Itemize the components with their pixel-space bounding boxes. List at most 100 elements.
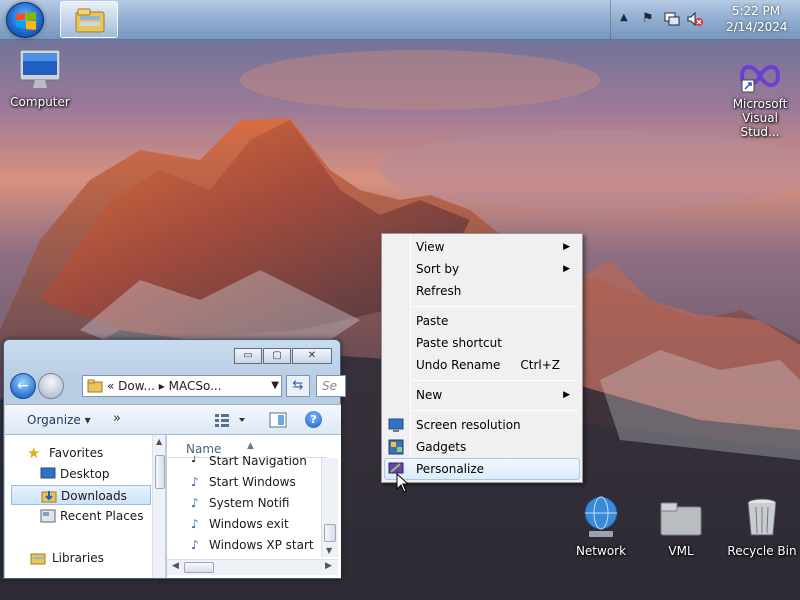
file-name: System Notifi [209, 496, 290, 510]
more-commands-button[interactable]: » [113, 411, 121, 426]
file-row[interactable]: ♪ Windows exit [189, 514, 325, 534]
nav-pane-scrollbar[interactable]: ▲ [152, 435, 165, 578]
forward-button[interactable] [38, 373, 64, 399]
navigation-pane: ★ Favorites Desktop Downloads Recent Pla… [5, 435, 166, 578]
menu-item-paste[interactable]: Paste [384, 310, 580, 332]
file-row[interactable]: ♪ Start Navigation [189, 456, 325, 470]
desktop-context-menu: View ▶ Sort by ▶ Refresh Paste Paste sho… [381, 233, 583, 483]
clock-time: 5:22 PM [731, 4, 781, 18]
screen-resolution-icon [388, 418, 404, 432]
desktop-icon [40, 467, 56, 479]
menu-item-screen-resolution[interactable]: Screen resolution [384, 414, 580, 436]
scroll-right-arrow-icon[interactable]: ▶ [325, 561, 332, 571]
column-header-label: Name [186, 442, 222, 456]
refresh-icon: ⇆ [292, 378, 304, 393]
audio-file-icon: ♪ [191, 517, 199, 531]
search-input[interactable]: Se [316, 375, 346, 397]
audio-file-icon: ♪ [191, 475, 199, 489]
taskbar: ▲ ⚑ 5:22 PM 2/14/2024 [0, 0, 800, 40]
nav-favorites[interactable]: ★ Favorites [5, 443, 151, 463]
desktop-icon-label: Computer [10, 95, 70, 109]
desktop-icon-visual-studio[interactable]: Microsoft Visual Stud... [722, 58, 798, 139]
explorer-window: ▭ ▢ ✕ ← « Dow... ▸ MACSo... ▼ ⇆ Se Organ… [3, 339, 346, 579]
minimize-button[interactable]: ▭ [234, 348, 262, 364]
network-icon[interactable] [664, 11, 680, 27]
desktop-icon-recycle-bin[interactable]: Recycle Bin [726, 495, 798, 558]
action-center-flag-icon[interactable]: ⚑ [642, 11, 654, 26]
file-row[interactable]: ♪ Windows XP start [189, 535, 325, 555]
taskbar-explorer-button[interactable] [60, 1, 118, 38]
address-prefix[interactable]: « [107, 379, 114, 393]
file-list-horizontal-scrollbar[interactable]: ◀ ▶ [167, 559, 338, 575]
address-dropdown-icon[interactable]: ▼ [271, 376, 279, 396]
show-hidden-icons-arrow-icon[interactable]: ▲ [620, 12, 628, 23]
file-name: Windows XP start [209, 538, 314, 552]
preview-pane-icon[interactable] [269, 412, 287, 428]
menu-item-paste-shortcut[interactable]: Paste shortcut [384, 332, 580, 354]
nav-libraries[interactable]: Libraries [5, 548, 151, 568]
file-row[interactable]: ♪ System Notifi [189, 493, 325, 513]
nav-label: Desktop [60, 467, 110, 481]
menu-shortcut: Ctrl+Z [520, 358, 560, 372]
menu-item-sort-by[interactable]: Sort by ▶ [384, 258, 580, 280]
menu-separator [412, 380, 578, 381]
refresh-button[interactable]: ⇆ [286, 375, 310, 397]
address-separator[interactable]: ▸ [159, 379, 165, 393]
address-segment-downloads[interactable]: Dow... [118, 379, 155, 393]
scrollbar-thumb[interactable] [155, 455, 165, 489]
menu-label: Undo Rename [416, 358, 501, 372]
star-icon: ★ [27, 444, 41, 462]
desktop-icon-label: VML [668, 544, 694, 558]
desktop-icon-label: Recycle Bin [727, 544, 797, 558]
address-bar[interactable]: « Dow... ▸ MACSo... ▼ [82, 375, 282, 397]
desktop-icon-network[interactable]: Network [572, 495, 630, 558]
file-row[interactable]: ♪ Start Windows [189, 472, 325, 492]
file-list-vertical-scrollbar[interactable]: ▼ [321, 458, 338, 557]
libraries-icon [30, 553, 46, 565]
nav-desktop[interactable]: Desktop [5, 464, 151, 484]
network-globe-icon [584, 496, 618, 537]
audio-file-icon: ♪ [191, 456, 199, 465]
desktop-icon-vml-folder[interactable]: VML [652, 495, 710, 558]
close-button[interactable]: ✕ [292, 348, 332, 364]
menu-item-view[interactable]: View ▶ [384, 236, 580, 258]
volume-muted-icon[interactable] [686, 11, 704, 27]
nav-label: Libraries [52, 551, 104, 565]
audio-file-icon: ♪ [191, 496, 199, 510]
mouse-cursor-icon [396, 473, 410, 493]
menu-item-personalize[interactable]: Personalize [384, 458, 580, 480]
scrollbar-thumb[interactable] [184, 562, 214, 573]
maximize-button[interactable]: ▢ [263, 348, 291, 364]
desktop-icon-computer[interactable]: Computer [8, 48, 72, 109]
back-button[interactable]: ← [10, 373, 36, 399]
system-tray: ▲ ⚑ 5:22 PM 2/14/2024 [610, 0, 800, 40]
nav-label: Recent Places [60, 509, 144, 523]
help-icon[interactable]: ? [305, 411, 322, 428]
audio-file-icon: ♪ [191, 538, 199, 552]
start-button[interactable] [6, 2, 44, 38]
change-view-icon[interactable] [213, 412, 247, 428]
menu-separator [412, 306, 578, 307]
system-clock[interactable]: 5:22 PM 2/14/2024 [726, 3, 788, 35]
folder-library-icon [75, 8, 105, 33]
scrollbar-thumb[interactable] [324, 524, 336, 542]
submenu-arrow-icon: ▶ [563, 264, 570, 274]
menu-item-gadgets[interactable]: Gadgets [384, 436, 580, 458]
windows-logo-icon [16, 12, 36, 30]
menu-item-refresh[interactable]: Refresh [384, 280, 580, 302]
scroll-left-arrow-icon[interactable]: ◀ [172, 561, 179, 571]
nav-recent-places[interactable]: Recent Places [5, 506, 151, 526]
address-segment-macsounds[interactable]: MACSo... [169, 379, 222, 393]
file-name: Start Windows [209, 475, 296, 489]
scroll-down-arrow-icon[interactable]: ▼ [326, 546, 332, 555]
organize-menu[interactable]: Organize ▾ [27, 413, 91, 427]
submenu-arrow-icon: ▶ [563, 390, 570, 400]
file-name: Start Navigation [209, 456, 307, 468]
menu-item-undo-rename[interactable]: Undo Rename Ctrl+Z [384, 354, 580, 376]
column-header-name[interactable]: ▲ Name [167, 435, 327, 458]
menu-label: New [416, 388, 443, 402]
nav-downloads[interactable]: Downloads [11, 485, 151, 505]
scroll-up-arrow-icon[interactable]: ▲ [156, 437, 162, 446]
menu-item-new[interactable]: New ▶ [384, 384, 580, 406]
computer-icon [19, 49, 61, 88]
